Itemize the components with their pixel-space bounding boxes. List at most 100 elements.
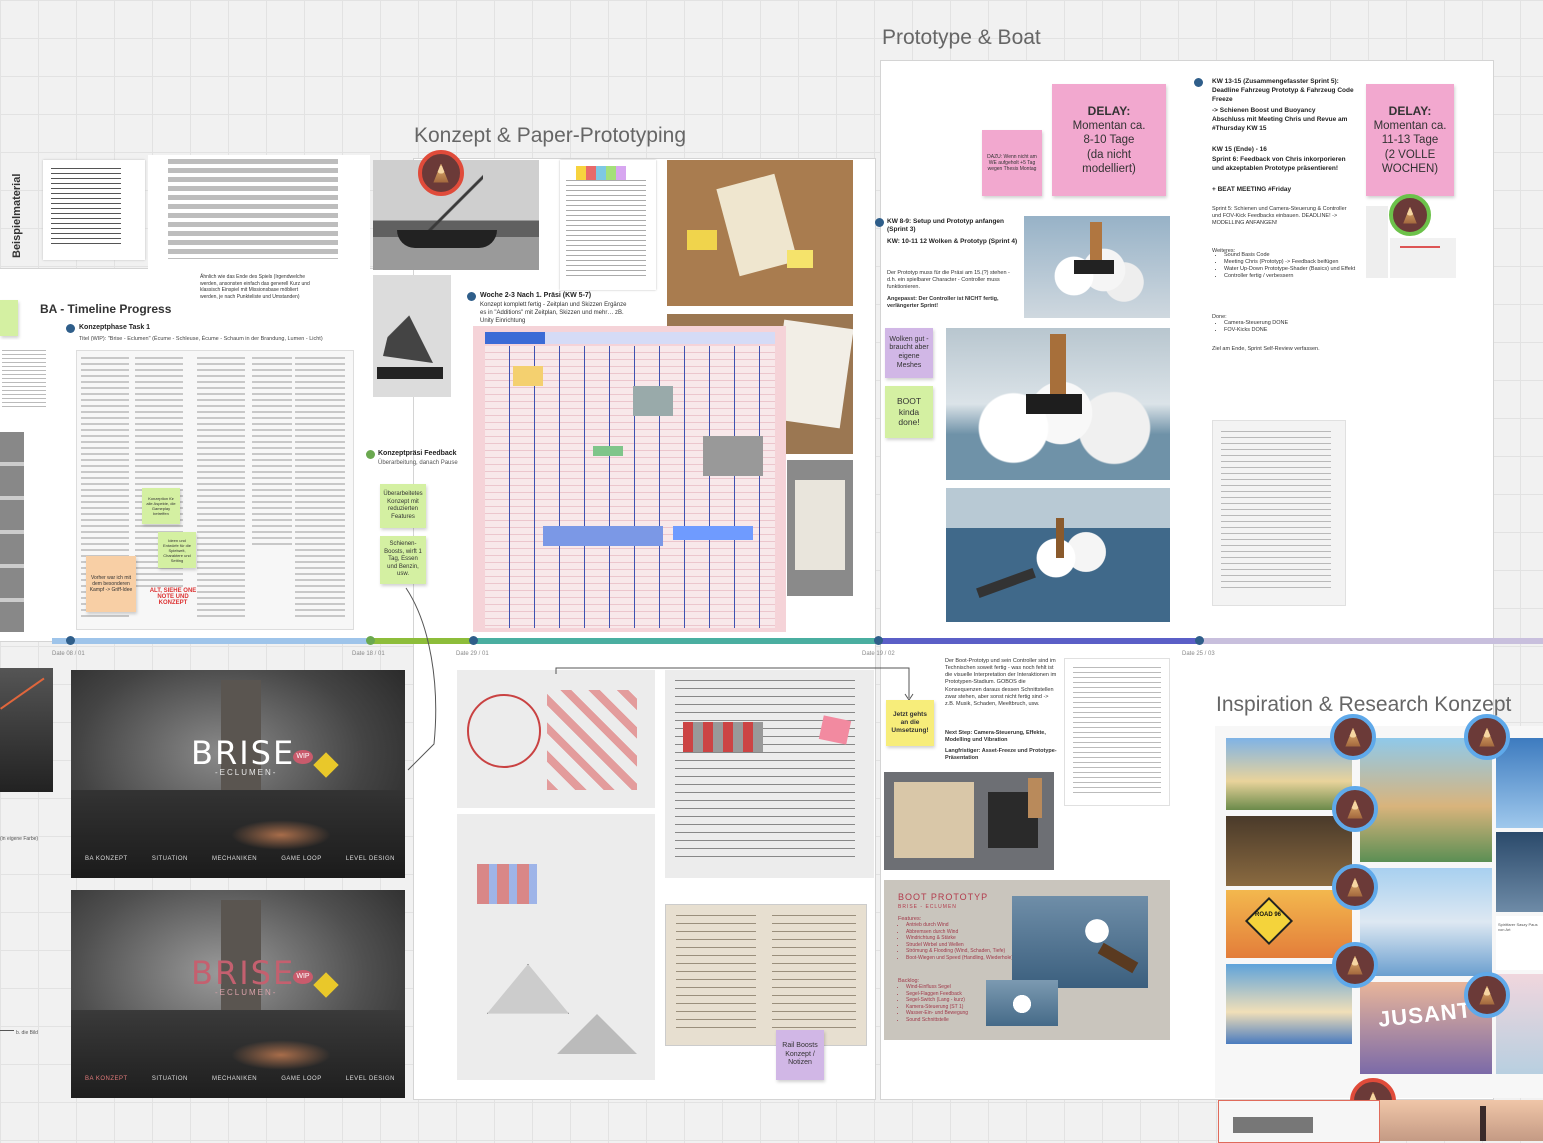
ziel-text: Ziel am Ende, Sprint Self-Review verfass… (1212, 346, 1320, 352)
timeline-point-5[interactable] (1195, 636, 1204, 645)
timeline-point-3[interactable] (469, 636, 478, 645)
delay2-line-1: Momentan ca. (1373, 119, 1447, 132)
frame-title-inspiration[interactable]: Inspiration & Research Konzept (1216, 693, 1511, 717)
alt-note: ALT, SIEHE ONE NOTE UND KONZEPT (149, 588, 197, 606)
sticky-jetzt[interactable]: Jetzt gehts an die Umsetzung! (886, 700, 934, 746)
insp-img-4[interactable] (1226, 964, 1352, 1044)
dhow-photo-2[interactable] (373, 275, 451, 397)
connector-arrow-2 (555, 667, 914, 701)
boot-render-large[interactable] (1012, 896, 1148, 988)
dazu-text: DAZU: Wenn nicht am WE aufgeholt +5 Tag … (987, 153, 1037, 173)
insp-img-9[interactable] (1496, 832, 1543, 912)
sticky-orange[interactable]: Vorher war ich mit dem besonderen Kampf … (86, 556, 136, 612)
backlog-5: Wasser-Ein- und Bewegung (906, 1010, 968, 1017)
cloud-render-3[interactable] (946, 488, 1170, 622)
task1-dot (66, 324, 75, 333)
nav-mechaniken[interactable]: MECHANIKEN (212, 856, 257, 862)
konzept-doc[interactable] (560, 160, 656, 290)
date-3: Date 29 / 01 (456, 651, 489, 657)
brise-slide-1[interactable]: BRISE -ECLUMEN- WIP BA KONZEPT SITUATION… (71, 670, 405, 878)
woche-title: Woche 2-3 Nach 1. Präsi (KW 5-7) (480, 292, 592, 299)
review-doc[interactable] (1212, 420, 1346, 606)
sticky-rail[interactable]: Rail Boosts Konzept / Notizen (776, 1030, 824, 1080)
wip-badge-1: WIP (293, 750, 313, 764)
cloud-render-1[interactable] (1024, 216, 1170, 318)
frame-title-prototype-boat[interactable]: Prototype & Boat (882, 26, 1041, 50)
nav-situation[interactable]: SITUATION (152, 856, 188, 862)
user-avatar-prototype[interactable] (1389, 194, 1431, 236)
sticky-ideen[interactable]: Ideen und Entwürfe für die Spielwelt, Ch… (158, 532, 196, 568)
sticky-delay-2[interactable]: DELAY: Momentan ca. 11-13 Tage (2 VOLLE … (1366, 84, 1454, 196)
timeline-point-4[interactable] (874, 636, 883, 645)
beispiel-doc-2[interactable] (148, 155, 370, 270)
kw1516-line3: + BEAT MEETING #Friday (1212, 186, 1292, 193)
pink-sketch-thumb[interactable] (1366, 206, 1388, 278)
avatar-insp-2[interactable] (1464, 714, 1510, 760)
avatar-insp-6[interactable] (1464, 972, 1510, 1018)
insp-img-road96[interactable]: ROAD 96 (1226, 890, 1352, 958)
sketch-boats[interactable] (457, 814, 655, 1080)
delay1-title: DELAY: (1087, 103, 1131, 118)
nav-game-loop[interactable]: GAME LOOP (281, 856, 322, 862)
jusant-label: JUSANT (1376, 997, 1474, 1032)
weiteres-list: Sound Basis Code Meeting Chris (Prototyp… (1212, 252, 1364, 281)
boot-card-title: BOOT PROTOTYP (898, 892, 989, 902)
nav-ba-konzept-2[interactable]: BA KONZEPT (85, 1076, 128, 1082)
avatar-insp-3[interactable] (1332, 786, 1378, 832)
nav-ba-konzept[interactable]: BA KONZEPT (85, 856, 128, 862)
sticky-konzeption[interactable]: Konzeption für alle Aspekte, die Gamepla… (142, 488, 180, 524)
sketch-photo-3[interactable] (787, 460, 853, 596)
sticky-wolken[interactable]: Wolken gut - braucht aber eigene Meshes (885, 328, 933, 378)
boat-photo-small[interactable] (884, 772, 1054, 870)
boot-card[interactable]: BOOT PROTOTYP BRISE - ECLUMEN Features: … (884, 880, 1170, 1040)
pink-sketch-thumb-2[interactable] (1390, 238, 1456, 278)
cloud-render-2[interactable] (946, 328, 1170, 480)
nav-game-loop-2[interactable]: GAME LOOP (281, 1076, 322, 1082)
nav-level-design-2[interactable]: LEVEL DESIGN (346, 1076, 395, 1082)
boot-render-small[interactable] (986, 980, 1058, 1026)
delay2-title: DELAY: (1388, 103, 1432, 118)
date-4: Date 19 / 02 (862, 651, 895, 657)
brise-subtitle-1: -ECLUMEN- (215, 768, 278, 777)
brise-title-1: BRISE (191, 734, 296, 772)
user-avatar-konzept[interactable] (418, 150, 464, 196)
boot-doc[interactable] (1064, 658, 1170, 806)
delay1-line-3: (da nicht (1086, 148, 1132, 161)
insp-img-2[interactable] (1226, 816, 1352, 886)
brise-slide-2[interactable]: BRISE -ECLUMEN- WIP BA KONZEPT SITUATION… (71, 890, 405, 1098)
sticky-dazu[interactable]: DAZU: Wenn nicht am WE aufgeholt +5 Tag … (982, 130, 1042, 196)
paper-prototype-photo[interactable] (667, 160, 853, 306)
schedule-sheet[interactable] (473, 326, 786, 632)
frame-title-konzept[interactable]: Konzept & Paper-Prototyping (414, 124, 686, 148)
nav-mechaniken-2[interactable]: MECHANIKEN (212, 1076, 257, 1082)
delay2-line-4: WOCHEN) (1381, 162, 1439, 175)
left-doc[interactable] (0, 340, 48, 640)
weiteres-item-1: Sound Basis Code (1224, 252, 1364, 259)
avatar-insp-5[interactable] (1332, 942, 1378, 988)
insp-img-6[interactable] (1360, 868, 1492, 976)
sticky-boot-done[interactable]: BOOT kinda done! (885, 386, 933, 438)
insp-bottom-2[interactable] (1380, 1100, 1543, 1141)
nav-level-design[interactable]: LEVEL DESIGN (346, 856, 395, 862)
nav-situation-2[interactable]: SITUATION (152, 1076, 188, 1082)
sticky-schienen[interactable]: Schienen-Boosts, wirft 1 Tag, Essen und … (380, 536, 426, 584)
feedback-text: Überarbeitung, danach Pause (378, 460, 458, 466)
sticky-ueberarbeitetes[interactable]: Überarbeitetes Konzept mit reduzierten F… (380, 484, 426, 528)
left-dark-image[interactable] (0, 668, 53, 792)
sticky-left-green[interactable] (0, 300, 18, 336)
avatar-insp-4[interactable] (1332, 864, 1378, 910)
insp-bottom-1[interactable] (1218, 1100, 1380, 1143)
done-list: Camera-Steuerung DONE FOV-Kicks DONE (1212, 320, 1364, 334)
insp-img-10[interactable]: Spiritfarer Saszy Paus von Art (1496, 916, 1543, 970)
notebook-photo[interactable] (665, 904, 867, 1046)
sticky-delay-1[interactable]: DELAY: Momentan ca. 8-10 Tage (da nicht … (1052, 84, 1166, 196)
insp-img-5[interactable] (1360, 738, 1492, 862)
timeline-point-1[interactable] (66, 636, 75, 645)
timeline-segment-blue (52, 638, 370, 644)
timeline-point-2[interactable] (366, 636, 375, 645)
kw1516-title: KW 15 (Ende) - 16 (1212, 146, 1267, 153)
beispiel-doc-1[interactable] (43, 160, 145, 260)
date-2: Date 18 / 01 (352, 651, 385, 657)
avatar-insp-1[interactable] (1330, 714, 1376, 760)
kw1012-title: KW: 10-11 12 Wolken & Prototyp (Sprint 4… (887, 238, 1018, 245)
